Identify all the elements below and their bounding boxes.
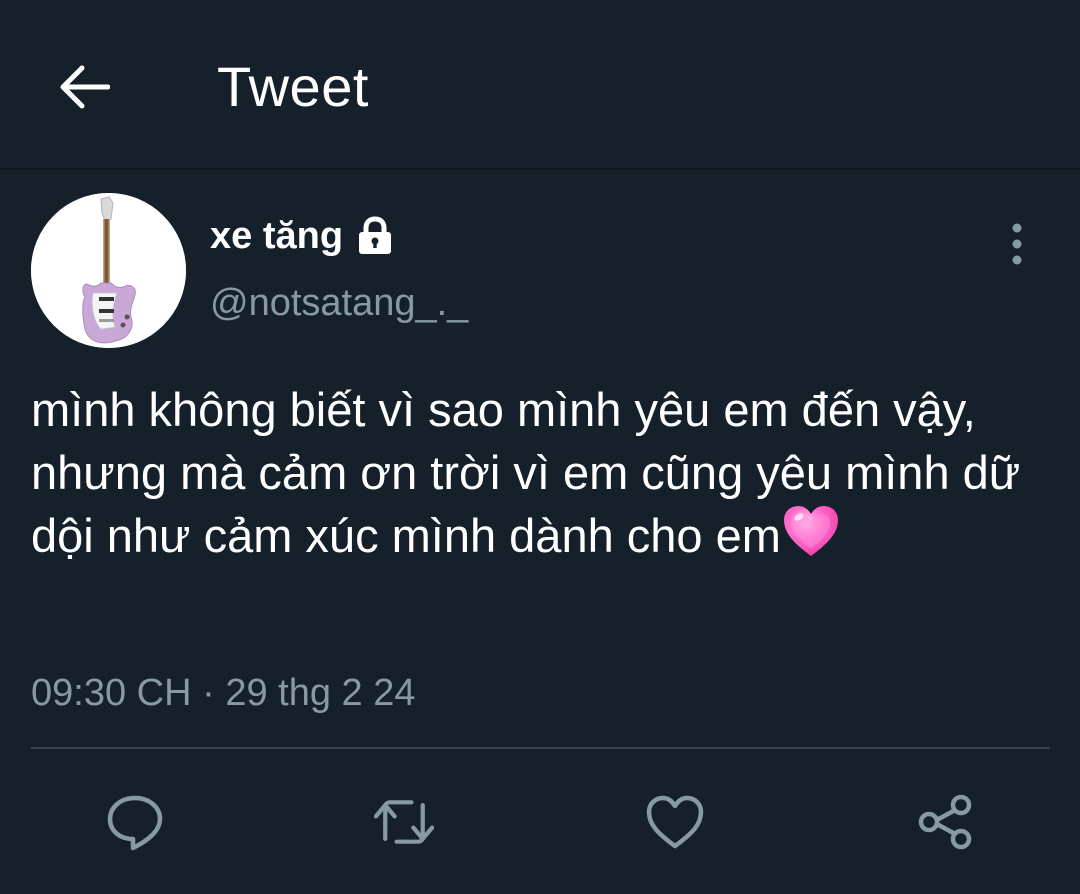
share-button[interactable] (915, 792, 975, 852)
tweet-date: 29 thg 2 24 (225, 672, 416, 714)
avatar[interactable] (31, 193, 186, 348)
guitar-avatar (31, 193, 186, 348)
reply-button[interactable] (105, 792, 165, 852)
user-handle[interactable]: @notsatang_._ (210, 278, 468, 328)
heart-icon (646, 795, 704, 849)
lock-icon (353, 214, 397, 258)
tweet-timestamp[interactable]: 09:30 CH · 29 thg 2 24 (31, 668, 416, 718)
back-button[interactable] (52, 55, 116, 119)
retweet-icon (374, 800, 434, 844)
tweet-time: 09:30 CH (31, 672, 192, 714)
growing-heart-emoji (783, 506, 838, 556)
comment-icon (107, 795, 163, 851)
more-options-button[interactable] (996, 220, 1038, 268)
author-row: xe tăng (210, 208, 397, 264)
page-title: Tweet (217, 55, 369, 118)
timestamp-separator: · (202, 672, 215, 714)
top-bar: Tweet (0, 0, 1080, 170)
tweet-text: mình không biết vì sao mình yêu em đến v… (31, 378, 1051, 567)
retweet-button[interactable] (374, 792, 434, 852)
divider (31, 747, 1050, 749)
arrow-left-icon (60, 65, 110, 109)
tweet-body: mình không biết vì sao mình yêu em đến v… (31, 383, 1034, 562)
like-button[interactable] (645, 792, 705, 852)
share-icon (918, 794, 972, 850)
display-name[interactable]: xe tăng (210, 208, 343, 264)
more-vertical-icon (1012, 223, 1022, 265)
